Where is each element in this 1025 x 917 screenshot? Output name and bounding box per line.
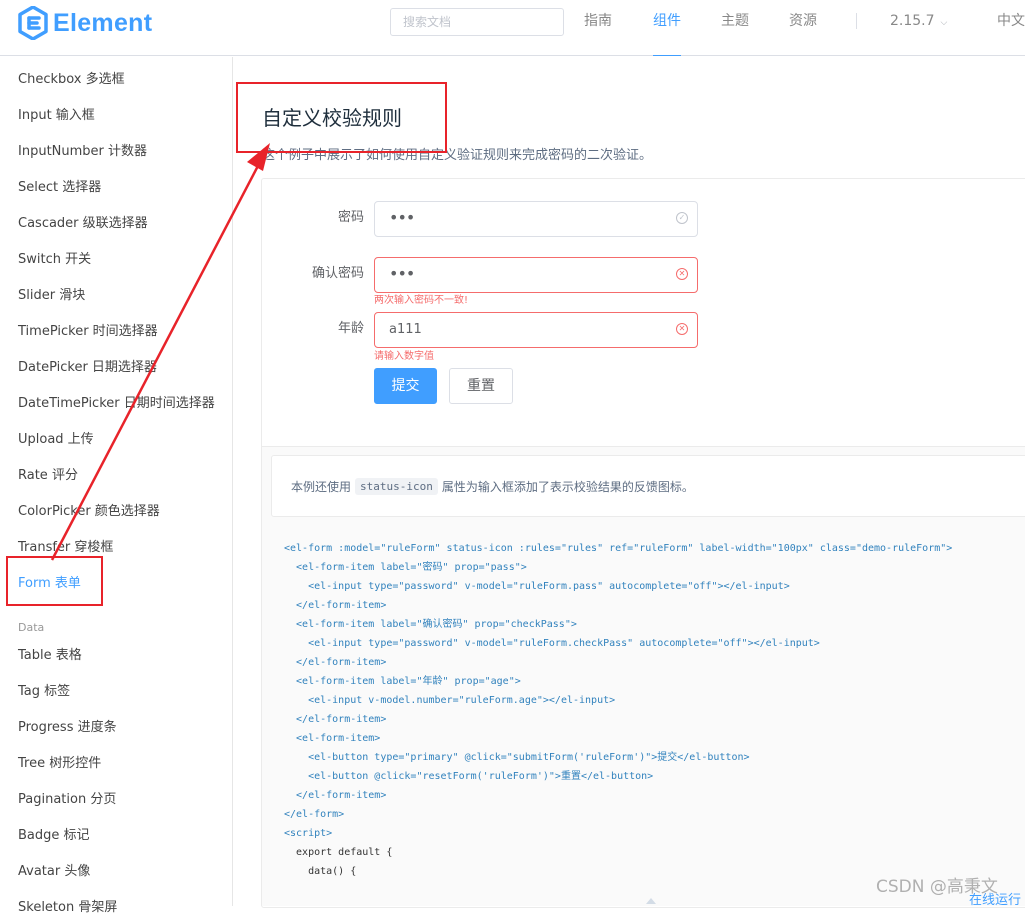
code-line: <el-form-item label="确认密码" prop="checkPa… — [284, 619, 577, 630]
sidebar-item-upload[interactable]: Upload 上传 — [18, 431, 94, 449]
sidebar-item-datepicker[interactable]: DatePicker 日期选择器 — [18, 359, 157, 377]
confirm-password-error: 两次输入密码不一致! — [374, 295, 469, 306]
sidebar-item-checkbox[interactable]: Checkbox 多选框 — [18, 71, 125, 89]
age-value: a111 — [389, 322, 422, 337]
sidebar: Checkbox 多选框 Input 输入框 InputNumber 计数器 S… — [0, 57, 233, 915]
confirm-password-value: ••• — [389, 264, 415, 283]
code-line: <el-input v-model.number="ruleForm.age">… — [284, 695, 616, 706]
sidebar-item-colorpicker[interactable]: ColorPicker 颜色选择器 — [18, 503, 160, 521]
age-input[interactable]: a111 ✕ — [374, 312, 698, 348]
code-line: <el-input type="password" v-model="ruleF… — [284, 581, 790, 592]
sidebar-item-skeleton[interactable]: Skeleton 骨架屏 — [18, 899, 117, 917]
sidebar-item-avatar[interactable]: Avatar 头像 — [18, 863, 90, 881]
language-switch[interactable]: 中文 — [997, 0, 1025, 42]
caret-up-icon[interactable] — [646, 898, 656, 904]
nav-guide[interactable]: 指南 — [584, 0, 612, 56]
version-select[interactable]: 2.15.7 ⌵ — [890, 0, 947, 44]
sidebar-item-table[interactable]: Table 表格 — [18, 647, 82, 665]
code-line: export default { — [284, 847, 393, 858]
password-value: ••• — [389, 208, 415, 227]
sidebar-item-select[interactable]: Select 选择器 — [18, 179, 101, 197]
code-line: </el-form-item> — [284, 714, 387, 725]
note-code: status-icon — [355, 477, 438, 495]
code-line: </el-form-item> — [284, 657, 387, 668]
sidebar-group-data: Data — [18, 621, 45, 634]
sidebar-item-timepicker[interactable]: TimePicker 时间选择器 — [18, 323, 158, 341]
sidebar-item-tag[interactable]: Tag 标签 — [18, 683, 70, 701]
nav-divider — [856, 13, 857, 29]
age-label: 年龄 — [337, 321, 364, 336]
code-line: <el-form-item label="年龄" prop="age"> — [284, 676, 521, 687]
element-logo[interactable]: Element — [18, 6, 152, 40]
confirm-password-label: 确认密码 — [311, 266, 364, 281]
error-circle-icon: ✕ — [676, 268, 688, 280]
demo-note: 本例还使用 status-icon 属性为输入框添加了表示校验结果的反馈图标。 — [271, 455, 1025, 517]
sidebar-item-switch[interactable]: Switch 开关 — [18, 251, 91, 269]
search-input[interactable] — [390, 8, 564, 36]
submit-button[interactable]: 提交 — [374, 368, 437, 404]
code-line: </el-form-item> — [284, 600, 387, 611]
sidebar-item-slider[interactable]: Slider 滑块 — [18, 287, 85, 305]
age-error: 请输入数字值 — [374, 351, 434, 362]
code-line: <el-button @click="resetForm('ruleForm')… — [284, 771, 654, 782]
annotation-box-form — [6, 556, 103, 606]
nav-components[interactable]: 组件 — [653, 0, 681, 56]
sidebar-item-datetimepicker[interactable]: DateTimePicker 日期时间选择器 — [18, 395, 215, 413]
password-label: 密码 — [337, 210, 364, 225]
reset-button[interactable]: 重置 — [449, 368, 513, 404]
sidebar-item-tree[interactable]: Tree 树形控件 — [18, 755, 101, 773]
code-line: <el-button type="primary" @click="submit… — [284, 752, 750, 763]
top-header: Element 指南 组件 主题 资源 2.15.7 ⌵ 中文 — [0, 0, 1025, 56]
code-line: <el-form-item> — [284, 733, 381, 744]
code-line: </el-form> — [284, 809, 345, 820]
version-label: 2.15.7 — [890, 13, 935, 29]
sidebar-item-pagination[interactable]: Pagination 分页 — [18, 791, 116, 809]
code-line: <el-input type="password" v-model="ruleF… — [284, 638, 820, 649]
csdn-watermark: CSDN @高秉文 — [876, 877, 998, 897]
code-line: data() { — [284, 866, 357, 877]
nav-theme[interactable]: 主题 — [721, 0, 749, 56]
code-line: <script> — [284, 828, 333, 839]
confirm-password-input[interactable]: ••• ✕ — [374, 257, 698, 293]
sidebar-item-transfer[interactable]: Transfer 穿梭框 — [18, 539, 113, 557]
code-line: <el-form-item label="密码" prop="pass"> — [284, 562, 527, 573]
code-block: <el-form :model="ruleForm" status-icon :… — [284, 543, 952, 877]
code-line: <el-form :model="ruleForm" status-icon :… — [284, 543, 953, 554]
logo-text: Element — [53, 8, 153, 37]
error-circle-icon: ✕ — [676, 323, 688, 335]
element-logo-icon — [18, 6, 48, 40]
sidebar-item-progress[interactable]: Progress 进度条 — [18, 719, 117, 737]
sidebar-item-cascader[interactable]: Cascader 级联选择器 — [18, 215, 148, 233]
code-line: </el-form-item> — [284, 790, 387, 801]
sidebar-item-rate[interactable]: Rate 评分 — [18, 467, 78, 485]
password-input[interactable]: ••• ✓ — [374, 201, 698, 237]
chevron-down-icon: ⌵ — [940, 18, 948, 28]
note-suffix: 属性为输入框添加了表示校验结果的反馈图标。 — [441, 479, 694, 494]
success-check-icon: ✓ — [676, 212, 688, 224]
note-prefix: 本例还使用 — [291, 479, 352, 494]
sidebar-item-input[interactable]: Input 输入框 — [18, 107, 95, 125]
sidebar-item-inputnumber[interactable]: InputNumber 计数器 — [18, 143, 147, 161]
nav-resources[interactable]: 资源 — [789, 0, 817, 56]
annotation-box-title — [236, 82, 447, 153]
sidebar-item-badge[interactable]: Badge 标记 — [18, 827, 90, 845]
